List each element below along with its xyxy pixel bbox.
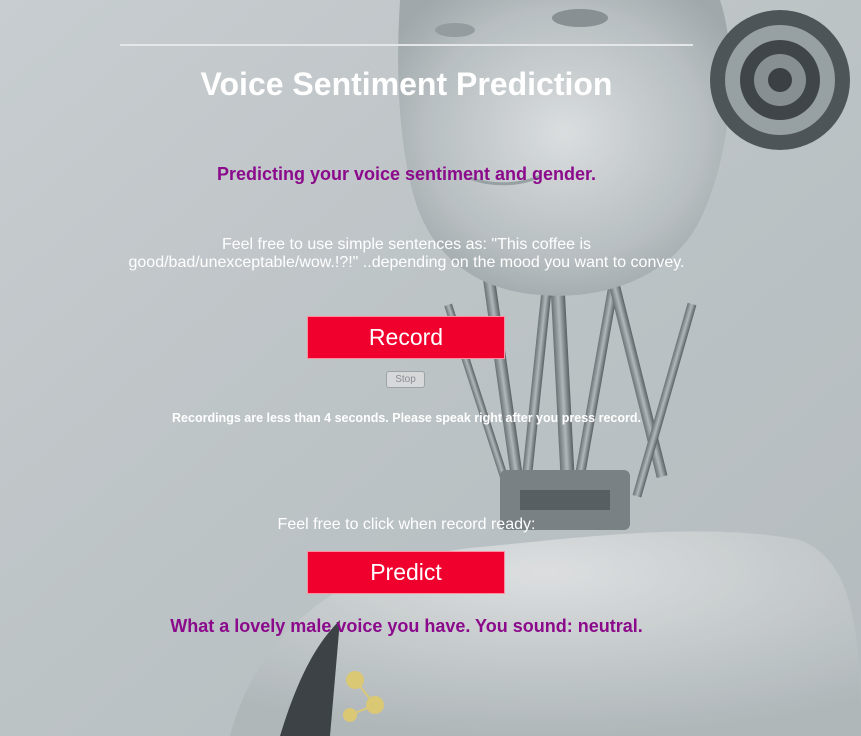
predict-button[interactable]: Predict (307, 551, 505, 594)
instructions-text: Feel free to use simple sentences as: "T… (110, 236, 703, 272)
record-button[interactable]: Record (307, 316, 505, 359)
predict-prompt: Feel free to click when record ready: (277, 516, 536, 533)
stop-button[interactable]: Stop (386, 371, 425, 388)
recording-note: Recordings are less than 4 seconds. Plea… (172, 411, 641, 425)
page-title: Voice Sentiment Prediction (200, 66, 613, 102)
top-divider (120, 44, 693, 46)
main-content: Voice Sentiment Prediction Predicting yo… (0, 0, 861, 736)
page-subtitle: Predicting your voice sentiment and gend… (216, 164, 597, 184)
instructions-line-2: good/bad/unexceptable/wow.!?!" ..dependi… (128, 254, 685, 271)
prediction-result: What a lovely male voice you have. You s… (170, 616, 643, 636)
instructions-line-1: Feel free to use simple sentences as: "T… (221, 236, 592, 253)
